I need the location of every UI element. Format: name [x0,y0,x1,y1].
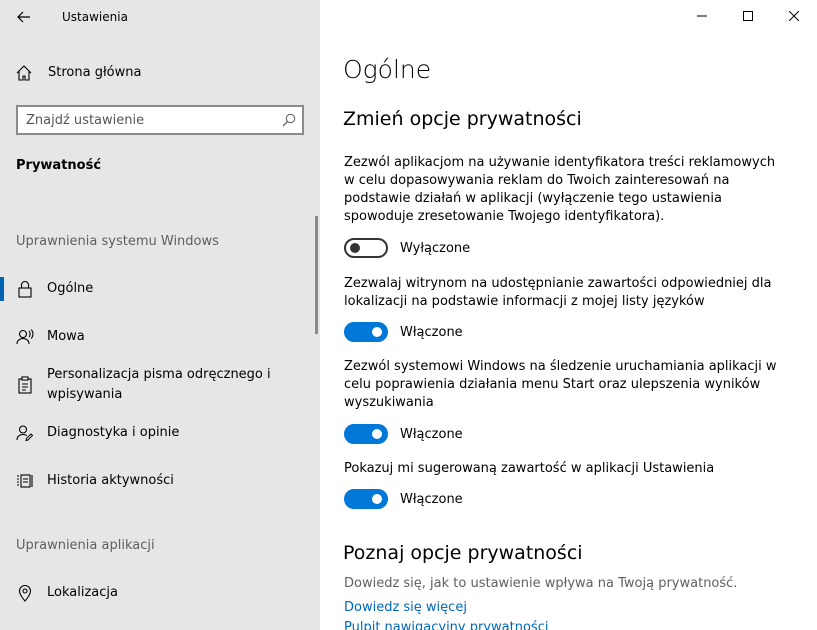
scrollbar[interactable] [315,216,318,334]
activity-icon [17,474,33,488]
location-icon [18,585,32,602]
toggle-row: Włączone [344,488,463,510]
learn-more-link[interactable]: Dowiedz się więcej [344,600,467,615]
app-launch-tracking-toggle[interactable] [344,424,388,444]
main-content: Ogólne Zmień opcje prywatności Zezwól ap… [320,0,817,630]
setting-description: Pokazuj mi sugerowaną zawartość w aplika… [344,461,715,476]
sidebar-item-label: Mowa [47,329,85,344]
know-privacy-text: Dowiedz się, jak to ustawienie wpływa na… [344,576,738,591]
suggested-content-toggle[interactable] [344,489,388,509]
close-button[interactable] [771,0,817,32]
maximize-icon [743,11,753,21]
maximize-button[interactable] [725,0,771,32]
search-box[interactable] [16,105,304,135]
home-link-label: Strona główna [48,65,142,80]
back-button[interactable] [10,4,38,30]
search-input[interactable] [26,111,276,129]
selection-indicator [0,277,4,301]
section-title-privacy: Prywatność [16,158,102,173]
toggle-row: Wyłączone [344,237,470,259]
lock-icon [18,280,32,298]
setting-description: Zezwól aplikacjom na używanie identyfika… [344,155,776,224]
know-privacy-heading: Poznaj opcje prywatności [343,542,583,564]
toggle-knob [372,494,382,504]
back-arrow-icon [17,11,30,23]
toggle-row: Włączone [344,321,463,343]
toggle-state-label: Włączone [400,324,463,340]
sidebar-item-label: Historia aktywności [47,473,174,488]
toggle-row: Włączone [344,423,463,445]
sidebar-item-label: Diagnostyka i opinie [47,425,180,440]
toggle-state-label: Włączone [400,426,463,442]
window-controls [679,0,817,32]
page-title: Ogólne [343,55,432,84]
sidebar-item-inking-typing[interactable]: Personalizacja pisma odręcznego i wpisyw… [0,365,320,407]
toggle-state-label: Wyłączone [400,240,471,256]
sidebar-item-speech[interactable]: Mowa [0,325,320,349]
close-icon [789,11,799,21]
setting-description: Zezwól systemowi Windows na śledzenie ur… [344,359,777,410]
sidebar-item-label: Lokalizacja [47,585,118,600]
sidebar-item-activity-history[interactable]: Historia aktywności [0,469,320,493]
minimize-button[interactable] [679,0,725,32]
sidebar-item-label: Ogólne [47,281,94,296]
group-windows-permissions: Uprawnienia systemu Windows [16,234,219,249]
privacy-dashboard-link[interactable]: Pulpit nawigacyjny prywatności [344,620,548,630]
toggle-knob [372,327,382,337]
app-title: Ustawienia [62,10,128,24]
feedback-icon [16,425,34,442]
home-link[interactable]: Strona główna [0,58,320,88]
language-list-toggle[interactable] [344,322,388,342]
home-icon [16,65,32,81]
speech-icon [16,329,34,345]
sidebar-item-label: Personalizacja pisma odręcznego i wpisyw… [47,367,271,402]
search-icon[interactable] [282,113,296,127]
group-app-permissions: Uprawnienia aplikacji [16,538,155,553]
advertising-id-toggle[interactable] [344,238,388,258]
toggle-knob [350,243,360,253]
sidebar-item-location[interactable]: Lokalizacja [0,581,320,605]
minimize-icon [697,15,707,17]
section-heading: Zmień opcje prywatności [343,108,582,130]
clipboard-icon [18,376,32,394]
sidebar-item-general[interactable]: Ogólne [0,277,320,301]
toggle-knob [372,429,382,439]
setting-description: Zezwalaj witrynom na udostępnianie zawar… [344,276,772,309]
toggle-state-label: Włączone [400,491,463,507]
sidebar-item-diagnostics[interactable]: Diagnostyka i opinie [0,421,320,445]
sidebar: Ustawienia Strona główna Prywatność Upra… [0,0,320,630]
